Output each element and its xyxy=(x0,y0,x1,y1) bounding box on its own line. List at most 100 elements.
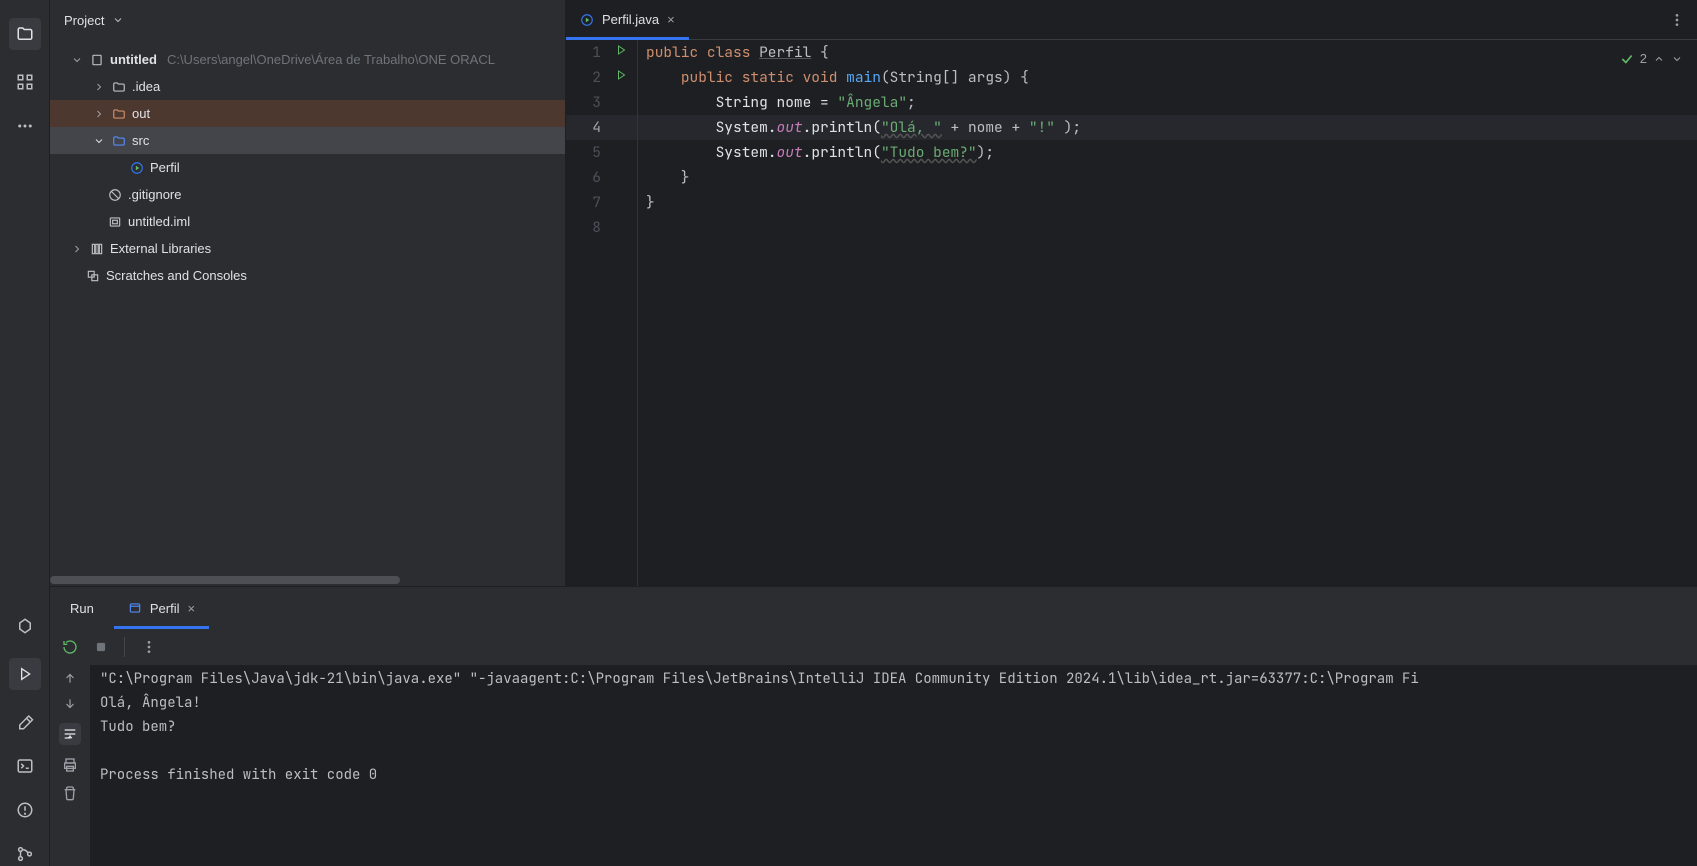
toolbar-divider xyxy=(124,637,125,657)
run-panel-tabs: Run Perfil × xyxy=(50,587,1697,629)
problems-toolwindow-button[interactable] xyxy=(13,798,37,822)
close-tab-icon[interactable]: × xyxy=(667,12,675,27)
tree-item-label: Scratches and Consoles xyxy=(106,268,247,283)
run-toolwindow-button[interactable] xyxy=(9,658,41,690)
editor-body[interactable]: 1 2 3 4 5 6 7 8 public class Perfil { pu xyxy=(566,40,1697,586)
gutter-line-6[interactable]: 6 xyxy=(566,165,637,190)
libraries-icon xyxy=(88,242,106,256)
run-tab-perfil[interactable]: Perfil × xyxy=(114,587,209,629)
tree-scratches[interactable]: Scratches and Consoles xyxy=(50,262,565,289)
terminal-toolwindow-button[interactable] xyxy=(13,754,37,778)
module-icon xyxy=(88,53,106,67)
tree-item-label: .idea xyxy=(132,79,160,94)
scratches-icon xyxy=(84,269,102,283)
code-line-6[interactable]: } xyxy=(638,165,1697,190)
chevron-right-icon[interactable] xyxy=(92,81,106,93)
run-panel: Run Perfil × "C:\Program Files\Java\jdk-… xyxy=(50,586,1697,866)
code-line-7[interactable]: } xyxy=(638,190,1697,215)
scrollbar-thumb[interactable] xyxy=(50,576,400,584)
tree-folder-out[interactable]: out xyxy=(50,100,565,127)
run-body: "C:\Program Files\Java\jdk-21\bin\java.e… xyxy=(50,665,1697,866)
editor-tab-label: Perfil.java xyxy=(602,12,659,27)
tree-external-libraries[interactable]: External Libraries xyxy=(50,235,565,262)
chevron-right-icon[interactable] xyxy=(70,243,84,255)
editor-gutter[interactable]: 1 2 3 4 5 6 7 8 xyxy=(566,40,638,586)
close-tab-icon[interactable]: × xyxy=(187,601,195,616)
project-panel-header[interactable]: Project xyxy=(50,0,565,40)
vcs-toolwindow-button[interactable] xyxy=(13,842,37,866)
run-panel-title: Run xyxy=(62,587,102,629)
structure-toolwindow-button[interactable] xyxy=(13,70,37,94)
build-toolwindow-button[interactable] xyxy=(13,710,37,734)
more-vert-icon[interactable] xyxy=(1669,12,1685,28)
soft-wrap-button[interactable] xyxy=(59,723,81,745)
more-vert-icon[interactable] xyxy=(141,639,157,655)
tree-item-label: untitled.iml xyxy=(128,214,190,229)
editor-area: Perfil.java × 1 2 3 4 5 xyxy=(566,0,1697,586)
ignore-file-icon xyxy=(106,188,124,202)
tree-file-gitignore[interactable]: .gitignore xyxy=(50,181,565,208)
code-line-4[interactable]: System.out.println("Olá, " + nome + "!" … xyxy=(638,115,1697,140)
tree-item-label: Perfil xyxy=(150,160,180,175)
gutter-line-3[interactable]: 3 xyxy=(566,90,637,115)
tree-item-label: untitled xyxy=(110,52,157,67)
code-line-1[interactable]: public class Perfil { xyxy=(638,40,1697,65)
rerun-button[interactable] xyxy=(62,639,78,655)
stop-button[interactable] xyxy=(94,640,108,654)
editor-tabs-actions[interactable] xyxy=(1669,0,1697,39)
code-area[interactable]: public class Perfil { public static void… xyxy=(638,40,1697,586)
tree-item-label: .gitignore xyxy=(128,187,181,202)
gutter-line-4[interactable]: 4 xyxy=(566,115,637,140)
run-gutter-icon[interactable] xyxy=(615,44,627,56)
run-gutter-icon[interactable] xyxy=(615,69,627,81)
inspections-count: 2 xyxy=(1640,46,1647,71)
chevron-right-icon[interactable] xyxy=(92,108,106,120)
project-tree-hscrollbar[interactable] xyxy=(50,574,565,586)
services-toolwindow-button[interactable] xyxy=(13,614,37,638)
gutter-line-7[interactable]: 7 xyxy=(566,190,637,215)
project-tree[interactable]: untitled C:\Users\angel\OneDrive\Área de… xyxy=(50,40,565,574)
gutter-line-8[interactable]: 8 xyxy=(566,215,637,240)
chevron-up-icon[interactable] xyxy=(1653,53,1665,65)
gutter-line-1[interactable]: 1 xyxy=(566,40,637,65)
source-folder-icon xyxy=(110,134,128,148)
java-class-runnable-icon xyxy=(128,161,146,175)
code-line-5[interactable]: System.out.println("Tudo bem?"); xyxy=(638,140,1697,165)
tree-item-path: C:\Users\angel\OneDrive\Área de Trabalho… xyxy=(167,52,495,67)
tree-folder-idea[interactable]: .idea xyxy=(50,73,565,100)
code-line-2[interactable]: public static void main(String[] args) { xyxy=(638,65,1697,90)
chevron-down-icon[interactable] xyxy=(92,135,106,147)
run-tab-label: Perfil xyxy=(150,601,180,616)
editor-tab-perfil[interactable]: Perfil.java × xyxy=(566,0,689,39)
check-icon xyxy=(1620,52,1634,66)
module-file-icon xyxy=(106,215,124,229)
tree-root[interactable]: untitled C:\Users\angel\OneDrive\Área de… xyxy=(50,46,565,73)
tree-item-label: out xyxy=(132,106,150,121)
tree-item-label: src xyxy=(132,133,149,148)
console-output[interactable]: "C:\Program Files\Java\jdk-21\bin\java.e… xyxy=(90,665,1697,866)
run-toolbar xyxy=(50,629,1697,665)
chevron-down-icon xyxy=(112,14,124,26)
inspections-widget[interactable]: 2 xyxy=(1620,46,1683,71)
code-line-3[interactable]: String nome = "Ângela"; xyxy=(638,90,1697,115)
chevron-down-icon[interactable] xyxy=(70,54,84,66)
chevron-down-icon[interactable] xyxy=(1671,53,1683,65)
console-line: Tudo bem? xyxy=(100,718,176,736)
scroll-down-button[interactable] xyxy=(63,697,77,711)
folder-icon xyxy=(110,80,128,94)
clear-console-button[interactable] xyxy=(62,785,78,801)
application-icon xyxy=(128,601,142,615)
tree-file-perfil[interactable]: Perfil xyxy=(50,154,565,181)
console-line: Process finished with exit code 0 xyxy=(100,766,377,784)
project-toolwindow-button[interactable] xyxy=(9,18,41,50)
gutter-line-2[interactable]: 2 xyxy=(566,65,637,90)
tree-file-iml[interactable]: untitled.iml xyxy=(50,208,565,235)
code-line-8[interactable] xyxy=(638,215,1697,240)
gutter-line-5[interactable]: 5 xyxy=(566,140,637,165)
more-toolwindows-button[interactable] xyxy=(13,114,37,138)
project-panel-title: Project xyxy=(64,13,104,28)
print-button[interactable] xyxy=(62,757,78,773)
scroll-up-button[interactable] xyxy=(63,671,77,685)
tree-folder-src[interactable]: src xyxy=(50,127,565,154)
tree-item-label: External Libraries xyxy=(110,241,211,256)
